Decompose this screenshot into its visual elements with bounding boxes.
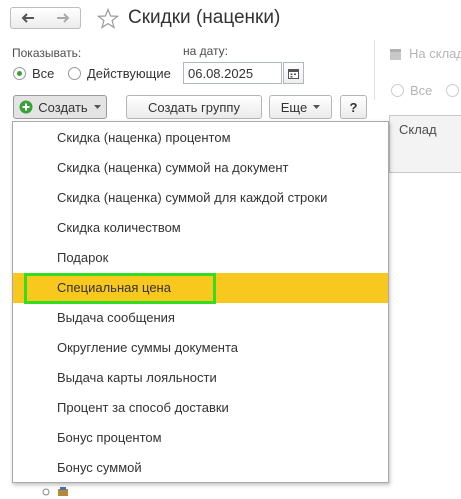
warehouse-table-header: Склад <box>389 115 461 173</box>
underlying-row-fragment <box>40 484 80 496</box>
panel-divider <box>374 40 375 100</box>
plus-circle-icon <box>19 100 33 114</box>
create-button[interactable]: Создать <box>13 95 107 119</box>
menu-item[interactable]: Скидка (наценка) процентом <box>13 123 388 153</box>
column-warehouse: Склад <box>399 122 437 137</box>
menu-item[interactable]: Округление суммы документа <box>13 333 388 363</box>
arrow-left-icon <box>21 13 34 23</box>
radio-all-label[interactable]: Все <box>32 66 54 81</box>
date-input[interactable]: 06.08.2025 <box>183 62 282 84</box>
more-button-label: Еще <box>280 99 308 115</box>
create-button-label: Создать <box>38 99 88 115</box>
menu-item[interactable]: Подарок <box>13 243 388 273</box>
calendar-icon <box>288 68 299 79</box>
menu-item[interactable]: Выдача карты лояльности <box>13 363 388 393</box>
warehouse-icon <box>390 48 401 63</box>
calendar-button[interactable] <box>283 62 304 84</box>
radio-active-label[interactable]: Действующие <box>87 66 171 81</box>
help-button[interactable]: ? <box>340 95 367 119</box>
arrow-right-icon <box>56 13 69 23</box>
menu-item[interactable]: Выдача сообщения <box>13 303 388 333</box>
menu-item[interactable]: Скидка количеством <box>13 213 388 243</box>
menu-item[interactable]: Скидка (наценка) суммой на документ <box>13 153 388 183</box>
menu-item[interactable]: Бонус суммой <box>13 453 388 483</box>
radio-all[interactable] <box>13 67 26 80</box>
menu-item[interactable]: Скидка (наценка) суммой для каждой строк… <box>13 183 388 213</box>
chevron-down-icon <box>313 105 321 109</box>
create-menu: Скидка (наценка) процентом Скидка (нацен… <box>12 121 389 483</box>
menu-item-selected[interactable]: Специальная цена <box>13 273 388 303</box>
more-button[interactable]: Еще <box>269 95 332 119</box>
warehouse-filter-label: На склад <box>409 46 461 61</box>
right-radio-all[interactable] <box>391 84 404 97</box>
back-button[interactable] <box>10 7 46 29</box>
page-title: Скидки (наценки) <box>128 7 281 28</box>
chevron-down-icon <box>93 105 101 109</box>
create-group-button[interactable]: Создать группу <box>126 95 262 119</box>
show-label: Показывать: <box>12 46 82 60</box>
right-radio-all-label[interactable]: Все <box>410 83 432 98</box>
radio-active[interactable] <box>68 67 81 80</box>
menu-item[interactable]: Бонус процентом <box>13 423 388 453</box>
right-radio-other[interactable] <box>446 84 459 97</box>
favorite-button[interactable] <box>96 7 120 31</box>
star-outline-icon <box>96 7 120 29</box>
menu-item[interactable]: Процент за способ доставки <box>13 393 388 423</box>
forward-button[interactable] <box>45 7 81 29</box>
date-label: на дату: <box>183 44 229 58</box>
